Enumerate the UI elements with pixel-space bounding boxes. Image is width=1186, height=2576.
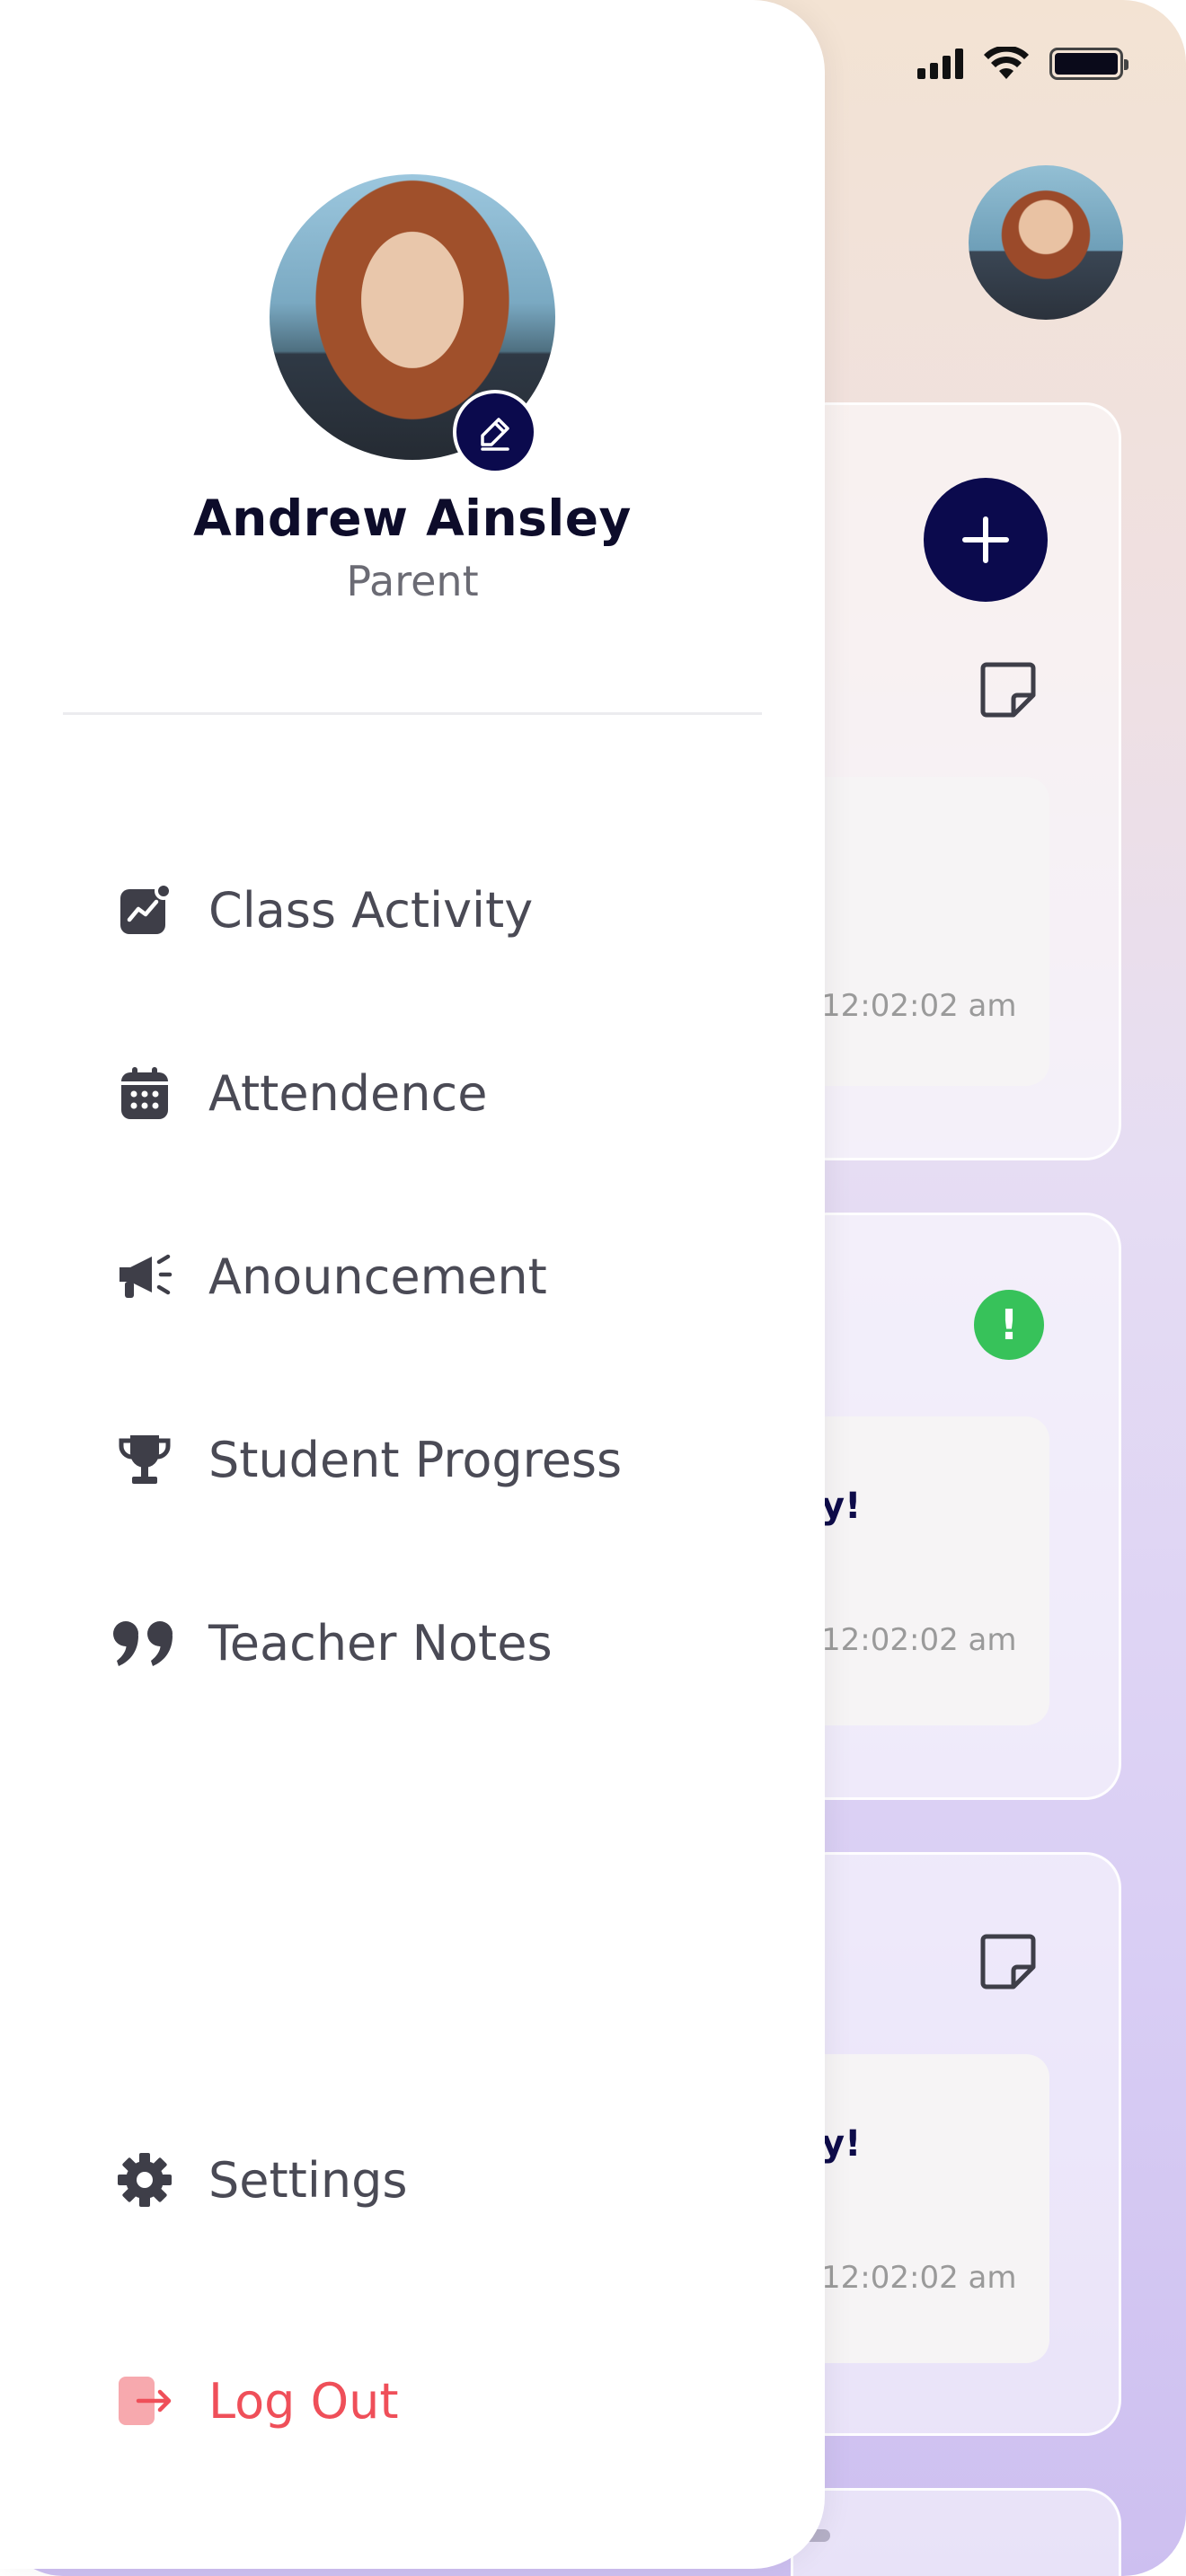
card-title-fragment: y! — [821, 2123, 862, 2165]
menu-item-label: Log Out — [208, 2372, 399, 2430]
calendar-icon — [108, 1056, 181, 1130]
status-bar — [917, 47, 1128, 81]
chart-activity-icon — [108, 873, 181, 947]
menu-item-student-progress[interactable]: Student Progress — [108, 1419, 622, 1500]
alert-icon: ! — [974, 1290, 1044, 1360]
card-timestamp: 12:02:02 am — [821, 1622, 1017, 1658]
menu-item-label: Settings — [208, 2151, 408, 2209]
navigation-drawer: Andrew Ainsley Parent Class Activity Att… — [0, 0, 825, 2569]
menu-item-label: Attendence — [208, 1064, 488, 1122]
gear-icon — [108, 2143, 181, 2217]
card-content — [793, 2054, 1049, 2363]
edit-profile-button[interactable] — [453, 390, 537, 474]
add-button[interactable] — [924, 478, 1048, 602]
menu-item-label: Student Progress — [208, 1431, 623, 1488]
menu-item-label: Anouncement — [208, 1248, 547, 1305]
wifi-icon — [984, 47, 1029, 79]
card-timestamp: 12:02:02 am — [821, 2260, 1017, 2296]
header-avatar[interactable] — [969, 165, 1123, 320]
menu-item-settings[interactable]: Settings — [108, 2139, 407, 2220]
card-timestamp: 12:02:02 am — [821, 988, 1017, 1024]
logout-icon — [108, 2364, 181, 2438]
card-title-fragment: y! — [821, 1486, 862, 1527]
menu-item-label: Class Activity — [208, 881, 534, 939]
note-icon[interactable] — [978, 1931, 1039, 1992]
menu-item-teacher-notes[interactable]: Teacher Notes — [108, 1602, 553, 1683]
trophy-icon — [108, 1423, 181, 1496]
profile-name: Andrew Ainsley — [193, 490, 632, 547]
activity-card[interactable] — [791, 2488, 1121, 2576]
logout-button[interactable]: Log Out — [108, 2360, 399, 2441]
card-content — [793, 777, 1049, 1086]
card-content — [793, 1416, 1049, 1725]
profile-role: Parent — [346, 557, 479, 605]
pencil-icon — [481, 418, 509, 451]
quote-icon — [108, 1606, 181, 1680]
divider — [63, 712, 762, 715]
menu-item-class-activity[interactable]: Class Activity — [108, 869, 533, 950]
menu-item-anouncement[interactable]: Anouncement — [108, 1236, 547, 1317]
cellular-signal-icon — [917, 49, 963, 79]
megaphone-icon — [108, 1239, 181, 1313]
menu-item-attendence[interactable]: Attendence — [108, 1053, 487, 1134]
plus-icon — [962, 516, 1009, 563]
menu-item-label: Teacher Notes — [208, 1614, 553, 1672]
battery-icon — [1049, 48, 1128, 80]
note-icon[interactable] — [978, 659, 1039, 720]
